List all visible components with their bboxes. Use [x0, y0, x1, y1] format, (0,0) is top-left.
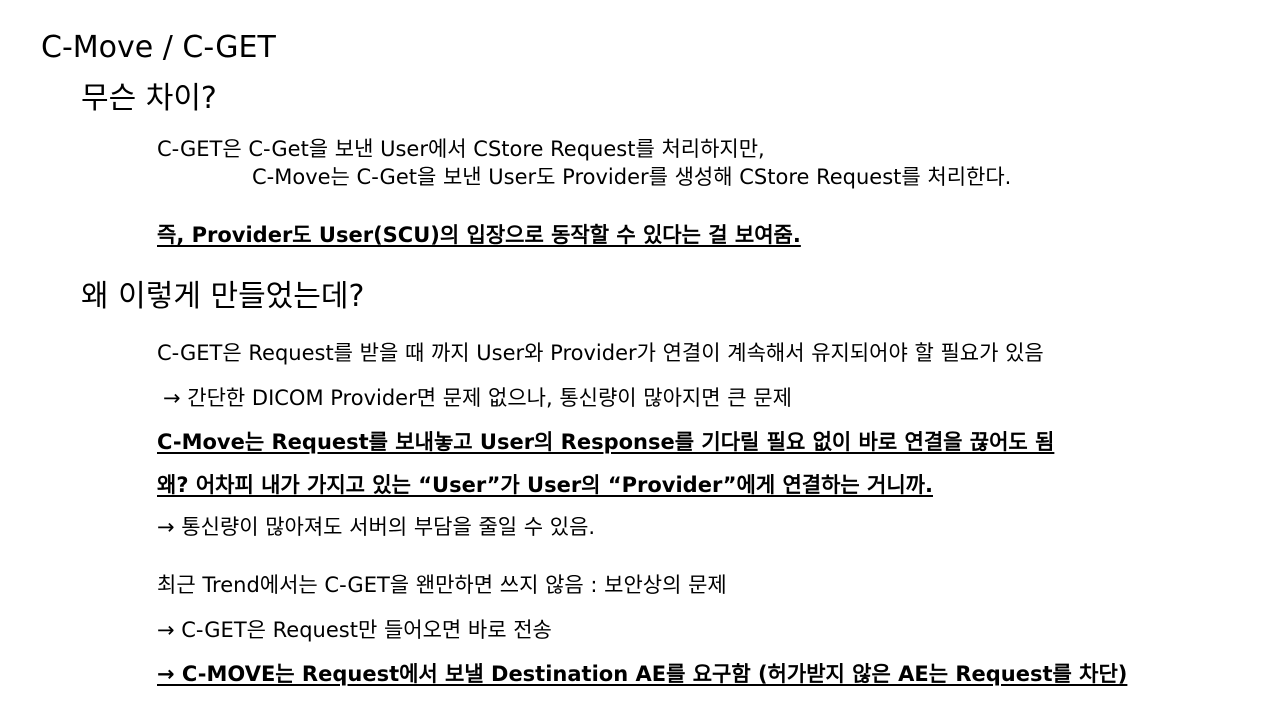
why-line-3: → 통신량이 많아져도 서버의 부담을 줄일 수 있음. [157, 515, 596, 539]
cget-transfer-line: → C-GET은 Request만 들어오면 바로 전송 [157, 618, 552, 642]
trend-line: 최근 Trend에서는 C-GET을 왠만하면 쓰지 않음 : 보안상의 문제 [157, 573, 727, 597]
slide-title: C-Move / C-GET [41, 30, 276, 65]
section-heading-why: 왜 이렇게 만들었는데? [81, 279, 365, 314]
why-emphasis-2: 왜? 어차피 내가 가지고 있는 “User”가 User의 “Provider… [157, 473, 933, 497]
difference-line-1: C-GET은 C-Get을 보낸 User에서 CStore Request를 … [157, 137, 765, 161]
why-line-1: C-GET은 Request를 받을 때 까지 User와 Provider가 … [157, 341, 1044, 365]
section-heading-difference: 무슨 차이? [81, 81, 217, 116]
why-emphasis-1: C-Move는 Request를 보내놓고 User의 Response를 기다… [157, 430, 1055, 454]
why-line-2: → 간단한 DICOM Provider면 문제 없으나, 통신량이 많아지면 … [163, 386, 792, 410]
slide: C-Move / C-GET 무슨 차이? C-GET은 C-Get을 보낸 U… [0, 0, 1280, 720]
cmove-destination-emphasis: → C-MOVE는 Request에서 보낼 Destination AE를 요… [157, 662, 1128, 686]
difference-line-2: C-Move는 C-Get을 보낸 User도 Provider를 생성해 CS… [252, 165, 1012, 189]
difference-emphasis: 즉, Provider도 User(SCU)의 입장으로 동작할 수 있다는 걸… [157, 223, 801, 247]
